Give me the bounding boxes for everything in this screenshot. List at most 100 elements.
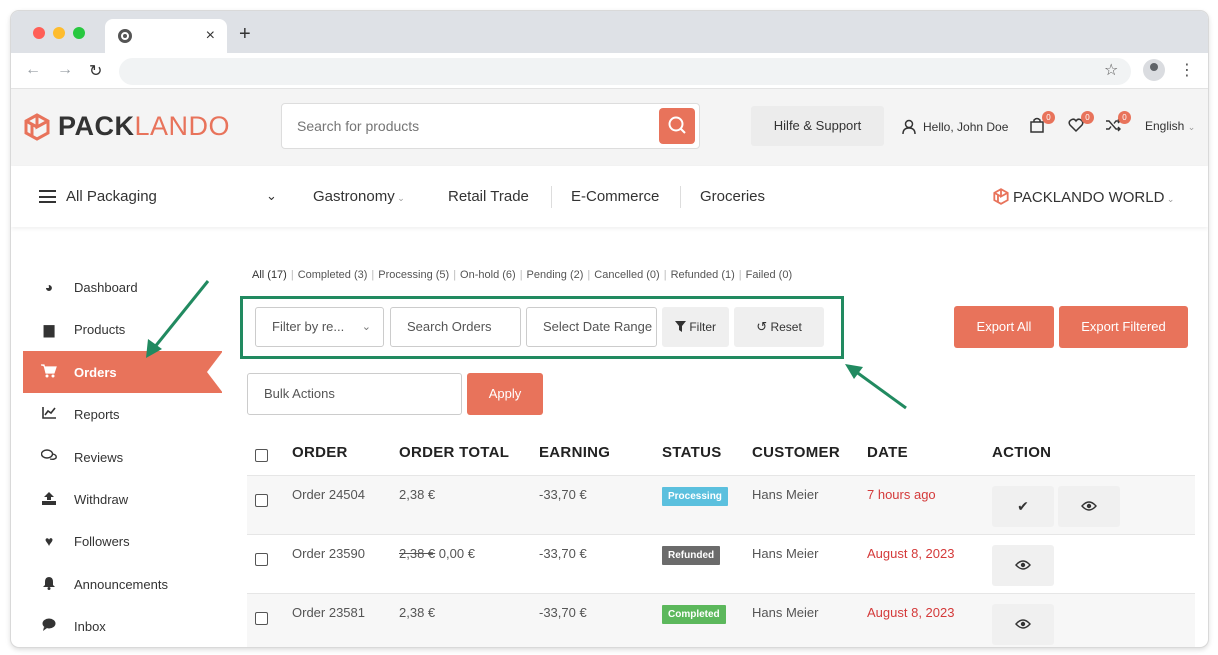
eye-icon: [1015, 619, 1031, 629]
export-all-button[interactable]: Export All: [954, 306, 1054, 348]
mark-complete-button[interactable]: ✔: [992, 486, 1054, 527]
nav-gastronomy-label: Gastronomy: [313, 188, 395, 205]
row-checkbox[interactable]: [255, 553, 268, 566]
order-total: 2,38 €: [399, 487, 436, 502]
bookmark-star-icon[interactable]: ☆: [1104, 60, 1118, 80]
sidebar-item-followers[interactable]: ♥ Followers: [23, 520, 222, 562]
sidebar-item-reports[interactable]: Reports: [23, 393, 222, 435]
address-input[interactable]: [119, 58, 1131, 85]
chrome-icon: [118, 29, 132, 43]
cart-button[interactable]: 0: [1029, 111, 1055, 138]
profile-avatar-icon[interactable]: [1143, 59, 1165, 81]
order-link[interactable]: Order 23590: [292, 546, 365, 561]
packlando-logo[interactable]: PACKLANDO: [24, 111, 230, 142]
search-button[interactable]: [659, 108, 695, 144]
wishlist-button[interactable]: 0: [1068, 111, 1094, 138]
new-tab-button[interactable]: +: [239, 23, 251, 46]
logo-mark-icon: [24, 112, 50, 141]
tab-close-icon[interactable]: ×: [206, 27, 215, 45]
categories-chevron-icon[interactable]: ⌄: [266, 188, 277, 204]
browser-tab[interactable]: ×: [105, 19, 227, 53]
packlando-world-link[interactable]: PACKLANDO WORLD ⌄: [993, 188, 1174, 206]
nav-gastronomy[interactable]: Gastronomy ⌄: [313, 188, 405, 205]
status-tab-refunded[interactable]: Refunded (1): [671, 269, 735, 281]
sidebar-item-reviews[interactable]: Reviews: [23, 436, 222, 478]
hamburger-menu-icon[interactable]: [39, 190, 56, 203]
order-total: 2,38 € 0,00 €: [399, 546, 475, 561]
minimize-window-dot[interactable]: [53, 27, 65, 39]
chart-icon: [40, 406, 58, 422]
nav-groceries[interactable]: Groceries: [700, 188, 765, 205]
nav-retail-trade[interactable]: Retail Trade: [448, 188, 529, 205]
earning: -33,70 €: [539, 546, 587, 561]
sidebar-item-orders[interactable]: Orders: [23, 351, 223, 393]
status-tab-cancelled[interactable]: Cancelled (0): [594, 269, 659, 281]
search-orders-input[interactable]: Search Orders: [390, 307, 521, 347]
logo-pack: PACK: [58, 111, 135, 141]
logo-lando: LANDO: [134, 111, 231, 141]
filter-button[interactable]: Filter: [662, 307, 729, 347]
chat-icon-svg: [42, 618, 56, 631]
status-tab-processing[interactable]: Processing (5): [378, 269, 449, 281]
status-tab-failed[interactable]: Failed (0): [746, 269, 792, 281]
user-account-link[interactable]: Hello, John Doe: [901, 119, 1008, 135]
sidebar-item-announcements[interactable]: Announcements: [23, 563, 222, 605]
all-packaging-link[interactable]: All Packaging: [66, 188, 157, 205]
compare-button[interactable]: 0: [1105, 111, 1131, 138]
date-range-input[interactable]: Select Date Range: [526, 307, 657, 347]
language-selector[interactable]: English ⌄: [1145, 119, 1195, 133]
view-order-button[interactable]: [992, 604, 1054, 645]
chevron-down-icon: ⌄: [1187, 122, 1196, 132]
filter-button-label: Filter: [689, 320, 716, 334]
column-header-order: ORDER: [292, 444, 348, 461]
export-filtered-button[interactable]: Export Filtered: [1059, 306, 1188, 348]
status-tab-separator: |: [663, 269, 667, 281]
column-header-earning: EARNING: [539, 444, 611, 461]
order-link[interactable]: Order 24504: [292, 487, 365, 502]
sidebar-item-label: Followers: [74, 533, 130, 549]
order-total: 2,38 €: [399, 605, 436, 620]
browser-menu-icon[interactable]: ⋮: [1179, 60, 1195, 80]
packlando-world-label: PACKLANDO WORLD: [1013, 189, 1165, 206]
status-tab-completed[interactable]: Completed (3): [298, 269, 368, 281]
view-order-button[interactable]: [1058, 486, 1120, 527]
filter-by-select[interactable]: Filter by re... ⌄: [255, 307, 384, 347]
help-support-button[interactable]: Hilfe & Support: [751, 106, 884, 146]
reset-button[interactable]: ↺ Reset: [734, 307, 824, 347]
close-window-dot[interactable]: [33, 27, 45, 39]
maximize-window-dot[interactable]: [73, 27, 85, 39]
order-date: August 8, 2023: [867, 605, 955, 620]
cart-icon-svg: [41, 363, 57, 377]
briefcase-icon: ▆: [43, 320, 55, 337]
cart-icon: [40, 363, 58, 381]
status-badge: Completed: [662, 605, 726, 624]
nav-e-commerce[interactable]: E-Commerce: [571, 188, 659, 205]
cart-count-badge: 0: [1042, 111, 1055, 124]
sidebar-item-dashboard[interactable]: ◕ Dashboard: [23, 266, 222, 308]
select-all-checkbox[interactable]: [255, 449, 268, 462]
sidebar-item-label: Dashboard: [74, 279, 138, 295]
forward-icon[interactable]: →: [57, 61, 73, 79]
reload-icon[interactable]: ↻: [89, 61, 102, 81]
view-order-button[interactable]: [992, 545, 1054, 586]
back-icon[interactable]: ←: [25, 61, 41, 79]
sidebar-item-inbox[interactable]: Inbox: [23, 605, 222, 647]
status-tab-all[interactable]: All (17): [252, 269, 287, 281]
sidebar-item-label: Withdraw: [74, 491, 129, 507]
order-link[interactable]: Order 23581: [292, 605, 365, 620]
row-checkbox[interactable]: [255, 612, 268, 625]
apply-button[interactable]: Apply: [467, 373, 543, 415]
order-status-tabs: All (17) | Completed (3) | Processing (5) | On…: [252, 269, 792, 281]
sidebar-item-products[interactable]: ▆ Products: [23, 308, 222, 350]
user-icon: [902, 119, 916, 135]
product-search-input[interactable]: [297, 115, 637, 137]
status-tab-pending[interactable]: Pending (2): [527, 269, 584, 281]
row-checkbox[interactable]: [255, 494, 268, 507]
table-row: Order 24504 2,38 € -33,70 € Processing H…: [247, 475, 1195, 534]
sidebar-item-withdraw[interactable]: Withdraw: [23, 478, 222, 520]
status-tab-on-hold[interactable]: On-hold (6): [460, 269, 516, 281]
bulk-actions-select[interactable]: Bulk Actions: [247, 373, 462, 415]
earning: -33,70 €: [539, 487, 587, 502]
dashboard-icon: ◕: [44, 279, 54, 295]
status-tab-separator: |: [587, 269, 591, 281]
